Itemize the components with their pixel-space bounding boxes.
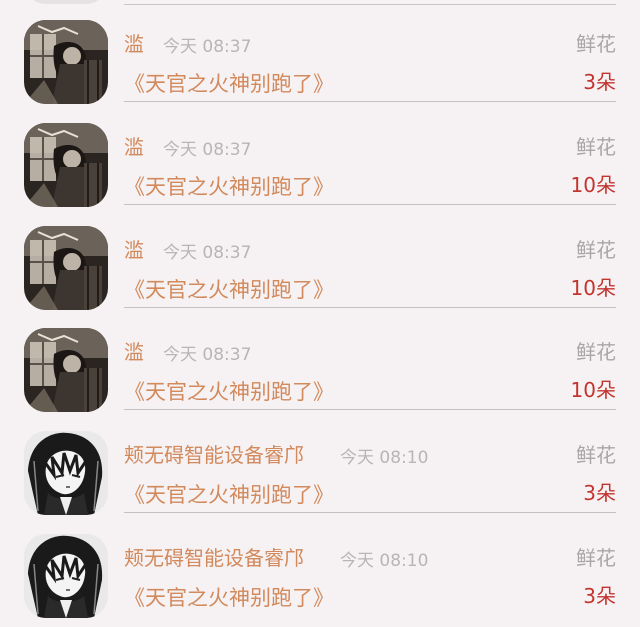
row-divider	[124, 409, 616, 410]
user-name[interactable]: 滥	[124, 28, 144, 57]
gift-type: 鲜花	[576, 546, 616, 570]
gift-count: 10朵	[570, 276, 616, 300]
gift-type: 鲜花	[576, 135, 616, 159]
row-divider	[124, 307, 616, 308]
user-name[interactable]: 颊无碍智能设备睿邝	[124, 542, 304, 571]
book-title-link[interactable]: 《天官之火神别跑了》	[124, 376, 334, 406]
gift-time: 今天 08:37	[163, 243, 252, 263]
gift-count: 3朵	[583, 481, 616, 505]
gift-type: 鲜花	[576, 443, 616, 467]
gift-count: 10朵	[570, 173, 616, 197]
book-title-link[interactable]: 《天官之火神别跑了》	[124, 274, 334, 304]
book-title-link[interactable]: 《天官之火神别跑了》	[124, 479, 334, 509]
row-divider	[124, 204, 616, 205]
row-divider	[124, 512, 616, 513]
anime-dark-room-avatar-icon[interactable]	[24, 123, 108, 207]
gift-count: 10朵	[570, 378, 616, 402]
gift-type: 鲜花	[576, 340, 616, 364]
gift-type: 鲜花	[576, 238, 616, 262]
book-title-link[interactable]: 《天官之火神别跑了》	[124, 582, 334, 612]
gift-type: 鲜花	[576, 32, 616, 56]
gift-time: 今天 08:37	[163, 37, 252, 57]
anime-dark-room-avatar-icon[interactable]	[24, 226, 108, 310]
gift-count: 3朵	[583, 70, 616, 94]
anime-monochrome-avatar-icon[interactable]	[24, 431, 108, 515]
user-name[interactable]: 颊无碍智能设备睿邝	[124, 439, 304, 468]
partial-avatar	[24, 0, 108, 4]
list-item[interactable]: 滥 今天 08:37 鲜花 《天官之火神别跑了》 10朵	[0, 123, 640, 225]
user-name[interactable]: 滥	[124, 131, 144, 160]
list-item[interactable]: 滥 今天 08:37 鲜花 《天官之火神别跑了》 10朵	[0, 328, 640, 430]
book-title-link[interactable]: 《天官之火神别跑了》	[124, 171, 334, 201]
anime-dark-room-avatar-icon[interactable]	[24, 20, 108, 104]
list-item[interactable]: 滥 今天 08:37 鲜花 《天官之火神别跑了》 10朵	[0, 226, 640, 328]
list-item[interactable]: 滥 今天 08:37 鲜花 《天官之火神别跑了》 3朵	[0, 20, 640, 122]
gift-time: 今天 08:37	[163, 140, 252, 160]
gift-time: 今天 08:37	[163, 345, 252, 365]
anime-monochrome-avatar-icon[interactable]	[24, 534, 108, 618]
anime-dark-room-avatar-icon[interactable]	[24, 328, 108, 412]
list-item[interactable]: 颊无碍智能设备睿邝 今天 08:10 鲜花 《天官之火神别跑了》 3朵	[0, 431, 640, 533]
gift-time: 今天 08:10	[340, 448, 429, 468]
partial-divider	[124, 0, 616, 5]
list-item[interactable]: 颊无碍智能设备睿邝 今天 08:10 鲜花 《天官之火神别跑了》 3朵	[0, 534, 640, 627]
gift-count: 3朵	[583, 584, 616, 608]
row-divider	[124, 101, 616, 102]
book-title-link[interactable]: 《天官之火神别跑了》	[124, 68, 334, 98]
gift-record-list: 滥 今天 08:37 鲜花 《天官之火神别跑了》 3朵 滥 今天 08:37 鲜…	[0, 0, 640, 627]
gift-time: 今天 08:10	[340, 551, 429, 571]
user-name[interactable]: 滥	[124, 234, 144, 263]
user-name[interactable]: 滥	[124, 336, 144, 365]
